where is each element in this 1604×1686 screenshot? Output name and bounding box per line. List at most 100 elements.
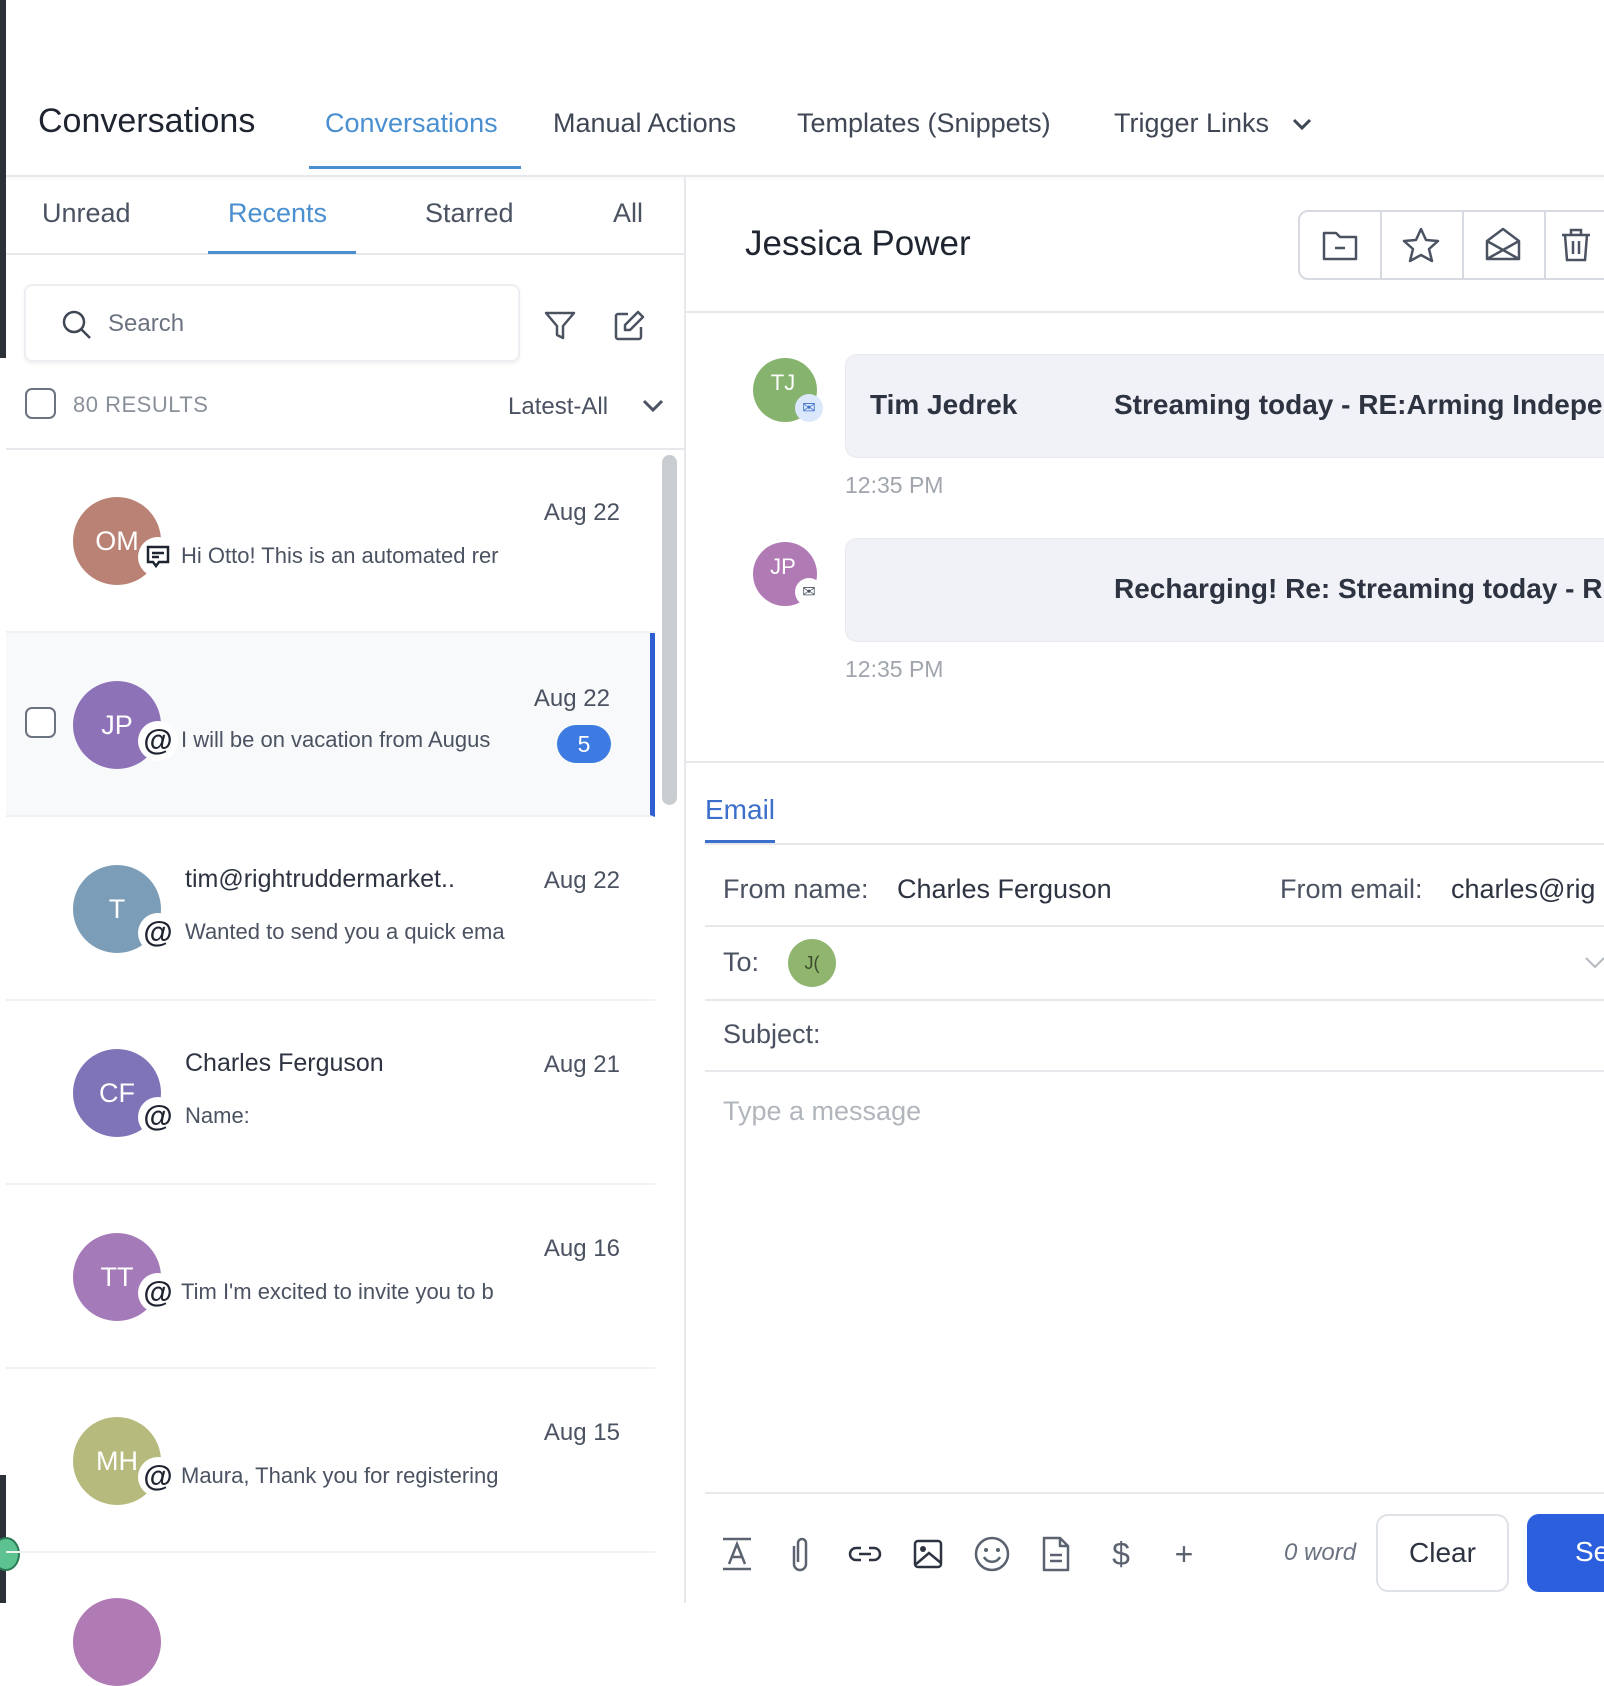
tab-trigger-links[interactable]: Trigger Links: [1114, 108, 1269, 139]
chevron-down-icon[interactable]: [1292, 118, 1312, 132]
date: Aug 22: [533, 685, 610, 712]
channel-badge: @: [138, 913, 178, 953]
channel-badge: @: [138, 1457, 178, 1497]
message-sender: Tim Jedrek: [870, 389, 1018, 420]
recipient-chip[interactable]: J(: [788, 939, 836, 987]
subtab-unread[interactable]: Unread: [42, 198, 131, 229]
divider: [705, 843, 1604, 845]
move-to-folder-button[interactable]: [1298, 210, 1382, 280]
sort-select[interactable]: Latest-All: [508, 393, 608, 421]
message-time: 12:35 PM: [845, 472, 944, 498]
dollar-icon: $: [1112, 1535, 1130, 1572]
search-input[interactable]: Search: [24, 284, 520, 362]
conversation-list-item[interactable]: TT @ Tim I'm excited to invite you to b …: [6, 1185, 655, 1369]
subtab-all[interactable]: All: [613, 198, 643, 229]
divider: [705, 925, 1604, 927]
select-all-checkbox[interactable]: [25, 388, 56, 419]
subject-input[interactable]: [840, 1005, 1604, 1065]
trash-icon: [1562, 228, 1590, 262]
star-button[interactable]: [1380, 210, 1464, 280]
at-icon: @: [143, 1100, 173, 1133]
message-subject: Streaming today - RE:Arming Indepe: [1114, 389, 1603, 420]
subtab-recents[interactable]: Recents: [228, 198, 327, 229]
date: Aug 21: [543, 1051, 620, 1078]
message-preview: Wanted to send you a quick ema: [185, 919, 505, 944]
chevron-down-icon[interactable]: [1584, 956, 1604, 970]
clear-button[interactable]: Clear: [1376, 1514, 1509, 1592]
at-icon: @: [143, 1460, 173, 1493]
conversation-list-item[interactable]: T @ tim@rightruddermarket.. Wanted to se…: [6, 817, 655, 1001]
message-bubble[interactable]: Recharging! Re: Streaming today - R: [845, 538, 1604, 642]
template-button[interactable]: [1036, 1534, 1076, 1574]
link-icon: [848, 1546, 882, 1562]
plus-icon: +: [1174, 1535, 1194, 1572]
at-icon: @: [143, 724, 173, 757]
subtab-starred[interactable]: Starred: [425, 198, 514, 229]
star-icon: [1402, 227, 1440, 263]
conversation-list-item[interactable]: JP @ I will be on vacation from Augus Au…: [6, 633, 655, 817]
message-preview: Tim I'm excited to invite you to b: [181, 1279, 494, 1304]
unread-count-badge: 5: [557, 725, 611, 763]
email-icon: ✉: [795, 578, 823, 606]
divider: [705, 1492, 1604, 1494]
composer-tab-email[interactable]: Email: [705, 794, 775, 826]
filter-icon[interactable]: [543, 309, 577, 343]
text-format-icon: [723, 1537, 751, 1571]
chevron-down-icon[interactable]: [642, 399, 664, 413]
message-time: 12:35 PM: [845, 656, 944, 682]
email-icon: ✉: [795, 394, 823, 422]
contact-name: tim@rightruddermarket..: [185, 865, 455, 893]
message-preview: Name:: [185, 1103, 250, 1128]
conversation-list-item[interactable]: CF @ Charles Ferguson Name: Aug 21: [6, 1001, 655, 1185]
message-preview: I will be on vacation from Augus: [181, 727, 491, 752]
delete-button[interactable]: [1544, 210, 1604, 280]
date: Aug 16: [543, 1235, 620, 1262]
word-count: 0 word: [1284, 1539, 1357, 1566]
paperclip-icon: [792, 1537, 808, 1572]
page-title: Conversations: [38, 102, 256, 140]
send-button[interactable]: Se: [1527, 1514, 1604, 1592]
scrollbar[interactable]: [662, 455, 677, 805]
link-button[interactable]: [845, 1534, 885, 1574]
at-icon: @: [143, 916, 173, 949]
text-format-button[interactable]: [717, 1534, 757, 1574]
contact-name: Jessica Power: [745, 224, 971, 263]
date: Aug 22: [543, 499, 620, 526]
emoji-button[interactable]: [972, 1534, 1012, 1574]
header-divider: [6, 175, 1604, 177]
to-label: To:: [723, 947, 760, 977]
divider: [705, 1070, 1604, 1072]
message-avatar: TJ ✉: [753, 358, 823, 422]
date: Aug 15: [543, 1419, 620, 1446]
conversation-list-item[interactable]: OM Hi Otto! This is an automated rer Aug…: [6, 449, 655, 633]
mail-open-icon: [1485, 227, 1521, 261]
from-email-label: From email:: [1280, 874, 1423, 904]
channel-badge: @: [138, 1097, 178, 1137]
channel-badge: @: [138, 721, 178, 761]
at-icon: @: [143, 1276, 173, 1309]
conversation-list-item[interactable]: MH @ Maura, Thank you for registering Au…: [6, 1369, 655, 1553]
row-checkbox[interactable]: [25, 707, 56, 738]
from-email-value[interactable]: charles@rig: [1451, 874, 1595, 905]
message-preview: Hi Otto! This is an automated rer: [181, 543, 499, 568]
payment-button[interactable]: $: [1101, 1534, 1141, 1574]
more-button[interactable]: +: [1164, 1534, 1204, 1574]
from-name-value[interactable]: Charles Ferguson: [897, 874, 1112, 905]
attach-button[interactable]: [780, 1534, 820, 1574]
contact-name: Charles Ferguson: [185, 1049, 384, 1077]
mark-unread-button[interactable]: [1462, 210, 1546, 280]
window-edge: [0, 0, 6, 358]
compose-icon[interactable]: [612, 309, 646, 343]
tab-templates[interactable]: Templates (Snippets): [797, 108, 1051, 139]
emoji-icon: [974, 1536, 1010, 1572]
active-subtab-indicator: [208, 251, 356, 254]
folder-icon: [1322, 231, 1358, 261]
message-bubble[interactable]: Tim Jedrek Streaming today - RE:Arming I…: [845, 354, 1604, 458]
message-preview: Maura, Thank you for registering: [181, 1463, 499, 1488]
results-count: 80 RESULTS: [73, 392, 209, 417]
tab-conversations[interactable]: Conversations: [325, 108, 498, 139]
message-input[interactable]: Type a message: [723, 1096, 921, 1127]
tab-manual-actions[interactable]: Manual Actions: [553, 108, 736, 139]
date: Aug 22: [543, 867, 620, 894]
image-button[interactable]: [908, 1534, 948, 1574]
